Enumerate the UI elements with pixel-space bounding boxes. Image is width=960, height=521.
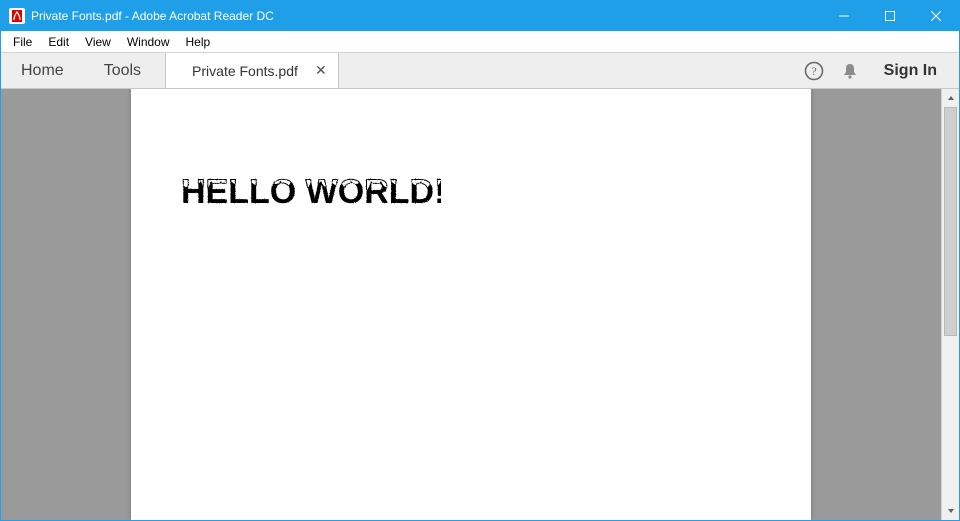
tab-home[interactable]: Home [1, 53, 84, 88]
scrollbar-thumb[interactable] [944, 107, 957, 336]
tab-tools[interactable]: Tools [84, 53, 161, 88]
sign-in-button[interactable]: Sign In [868, 62, 953, 80]
vertical-scrollbar[interactable] [941, 89, 959, 520]
svg-text:?: ? [811, 64, 816, 78]
help-icon[interactable]: ? [796, 53, 832, 89]
close-button[interactable] [913, 1, 959, 31]
menu-help[interactable]: Help [178, 31, 219, 53]
close-tab-icon[interactable]: ✕ [314, 62, 328, 79]
menu-file[interactable]: File [5, 31, 40, 53]
scrollbar-track[interactable] [942, 107, 959, 502]
pdf-page: HELLO WORLD! HELLO WORLD! [131, 89, 811, 520]
content-area: HELLO WORLD! HELLO WORLD! [1, 89, 959, 520]
window-titlebar: Private Fonts.pdf - Adobe Acrobat Reader… [1, 1, 959, 31]
scroll-down-icon[interactable] [942, 502, 959, 520]
document-tab-label: Private Fonts.pdf [192, 63, 298, 79]
tabrow-spacer [339, 53, 796, 88]
menu-view[interactable]: View [77, 31, 119, 53]
window-title: Private Fonts.pdf - Adobe Acrobat Reader… [31, 9, 274, 23]
document-viewer[interactable]: HELLO WORLD! HELLO WORLD! [1, 89, 941, 520]
acrobat-icon [9, 8, 25, 24]
menu-edit[interactable]: Edit [40, 31, 77, 53]
document-tab[interactable]: Private Fonts.pdf ✕ [165, 53, 339, 88]
maximize-button[interactable] [867, 1, 913, 31]
minimize-button[interactable] [821, 1, 867, 31]
menubar: File Edit View Window Help [1, 31, 959, 53]
bell-icon[interactable] [832, 53, 868, 89]
menu-window[interactable]: Window [119, 31, 178, 53]
tabrow: Home Tools Private Fonts.pdf ✕ ? Sign In [1, 53, 959, 89]
document-text: HELLO WORLD! HELLO WORLD! [181, 169, 761, 211]
scroll-up-icon[interactable] [942, 89, 959, 107]
tabrow-right: ? Sign In [796, 53, 959, 88]
